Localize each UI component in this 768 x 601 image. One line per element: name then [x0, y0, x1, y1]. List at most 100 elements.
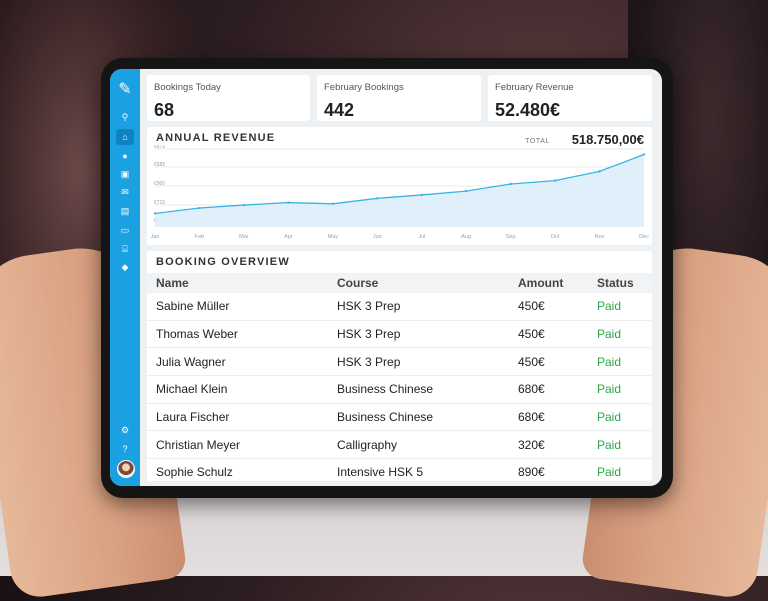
cell-course: HSK 3 Prep: [328, 347, 509, 377]
table-row[interactable]: Sabine Müller HSK 3 Prep 450€ Paid: [147, 293, 652, 321]
x-tick-label: Mar: [239, 234, 249, 240]
y-tick-label: €585: [154, 162, 165, 168]
stat-card-february-revenue: February Revenue 52.480€: [488, 75, 652, 121]
cell-status: Paid: [588, 375, 652, 404]
table-row[interactable]: Michael Klein Business Chinese 680€ Paid: [147, 375, 652, 404]
cell-course: Business Chinese: [328, 375, 509, 404]
data-point: [376, 197, 379, 200]
y-tick-label: €572: [154, 145, 165, 150]
tag-icon[interactable]: ◆: [116, 259, 134, 275]
document-icon[interactable]: ▤: [116, 203, 134, 219]
cell-name: Sabine Müller: [147, 293, 328, 321]
x-tick-label: May: [328, 234, 339, 240]
column-header-course[interactable]: Course: [328, 273, 509, 293]
column-header-amount[interactable]: Amount: [509, 273, 588, 293]
cell-status: Paid: [588, 430, 652, 460]
data-point: [420, 193, 423, 197]
main-content: Bookings Today 68 February Bookings 442 …: [140, 69, 662, 486]
stat-label: Bookings Today: [154, 82, 221, 93]
booking-overview-card: BOOKING OVERVIEW Name Course Amount Stat…: [147, 251, 652, 486]
gear-icon[interactable]: ⚙: [116, 422, 134, 438]
data-point: [464, 189, 468, 193]
data-point: [242, 203, 246, 207]
id-card-icon[interactable]: ▣: [116, 166, 134, 182]
home-icon[interactable]: ⌂: [116, 129, 134, 145]
stat-card-bookings-today: Bookings Today 68: [147, 75, 310, 121]
annual-revenue-chart: €650€715€900€585€572JanFebMarAprMayJunJu…: [151, 145, 650, 240]
x-tick-label: Jun: [373, 234, 382, 240]
brush-logo-icon: ✎: [118, 81, 132, 98]
cell-amount: 450€: [509, 320, 588, 349]
data-point: [287, 201, 290, 204]
avatar[interactable]: [117, 460, 135, 478]
stat-value: 442: [324, 100, 355, 120]
total-label: TOTAL: [525, 138, 550, 145]
cell-name: Christian Meyer: [147, 430, 328, 460]
x-tick-label: Sep: [506, 234, 516, 240]
data-point: [509, 182, 512, 186]
cell-status: Paid: [588, 458, 652, 486]
cell-status: Paid: [588, 347, 652, 377]
table-row[interactable]: Sophie Schulz Intensive HSK 5 890€ Paid: [147, 458, 652, 486]
x-tick-label: Nov: [595, 234, 605, 240]
tablet-screen: ✎ ⚲ ⌂ ● ▣ ✉ ▤ ▭ ⌸ ◆ ⚙ ? Bookings Today 6…: [110, 69, 662, 486]
annual-revenue-title: ANNUAL REVENUE: [156, 132, 276, 144]
cell-amount: 680€: [509, 375, 588, 404]
x-tick-label: Dec: [639, 234, 649, 240]
x-tick-label: Jan: [151, 234, 160, 240]
revenue-area: [155, 154, 644, 227]
mail-icon[interactable]: ✉: [116, 184, 134, 200]
data-point: [153, 212, 157, 215]
stat-label: February Bookings: [324, 82, 404, 93]
user-icon[interactable]: ●: [116, 148, 134, 164]
cell-amount: 890€: [509, 458, 588, 486]
tablet-device: ✎ ⚲ ⌂ ● ▣ ✉ ▤ ▭ ⌸ ◆ ⚙ ? Bookings Today 6…: [101, 58, 673, 498]
table-row[interactable]: Laura Fischer Business Chinese 680€ Paid: [147, 403, 652, 432]
x-tick-label: Jul: [418, 234, 425, 240]
cell-course: HSK 3 Prep: [328, 293, 509, 321]
stat-card-february-bookings: February Bookings 442: [317, 75, 481, 121]
data-point: [642, 153, 646, 156]
column-header-status[interactable]: Status: [588, 273, 652, 293]
ticket-icon[interactable]: ▭: [116, 222, 134, 238]
data-point: [198, 206, 201, 210]
cell-name: Julia Wagner: [147, 347, 328, 377]
table-row[interactable]: Christian Meyer Calligraphy 320€ Paid: [147, 430, 652, 460]
cell-amount: 450€: [509, 293, 588, 321]
cell-course: Intensive HSK 5: [328, 458, 509, 486]
x-tick-label: Apr: [284, 234, 293, 240]
cell-amount: 450€: [509, 347, 588, 377]
cell-status: Paid: [588, 403, 652, 432]
cell-amount: 320€: [509, 430, 588, 460]
data-point: [553, 179, 557, 182]
table-row[interactable]: Julia Wagner HSK 3 Prep 450€ Paid: [147, 347, 652, 377]
stat-value: 68: [154, 100, 175, 120]
cell-name: Laura Fischer: [147, 403, 328, 432]
x-tick-label: Feb: [195, 234, 204, 240]
search-icon[interactable]: ⚲: [116, 109, 134, 125]
cell-status: Paid: [588, 320, 652, 349]
column-header-name[interactable]: Name: [147, 273, 328, 293]
booking-overview-title: BOOKING OVERVIEW: [156, 256, 290, 268]
table-row[interactable]: Thomas Weber HSK 3 Prep 450€ Paid: [147, 320, 652, 349]
cell-name: Michael Klein: [147, 375, 328, 404]
data-point: [598, 170, 601, 173]
booking-table: Name Course Amount Status Sabine Müller H…: [147, 273, 652, 486]
bank-icon[interactable]: ⌸: [116, 241, 134, 257]
cell-amount: 680€: [509, 403, 588, 432]
cell-status: Paid: [588, 293, 652, 321]
annual-revenue-card: ANNUAL REVENUE TOTAL 518.750,00€ €650€71…: [147, 127, 652, 245]
cell-course: Calligraphy: [328, 430, 509, 460]
y-tick-label: €715: [154, 200, 165, 206]
data-point: [331, 202, 335, 206]
cell-name: Sophie Schulz: [147, 458, 328, 486]
y-tick-label: €900: [154, 181, 165, 187]
cell-name: Thomas Weber: [147, 320, 328, 349]
help-icon[interactable]: ?: [116, 441, 134, 457]
stat-value: 52.480€: [495, 100, 561, 120]
cell-course: HSK 3 Prep: [328, 320, 509, 349]
stat-label: February Revenue: [495, 82, 574, 93]
x-tick-label: Oct: [551, 234, 560, 240]
x-tick-label: Aug: [461, 234, 471, 240]
table-header-row: Name Course Amount Status: [147, 273, 652, 293]
